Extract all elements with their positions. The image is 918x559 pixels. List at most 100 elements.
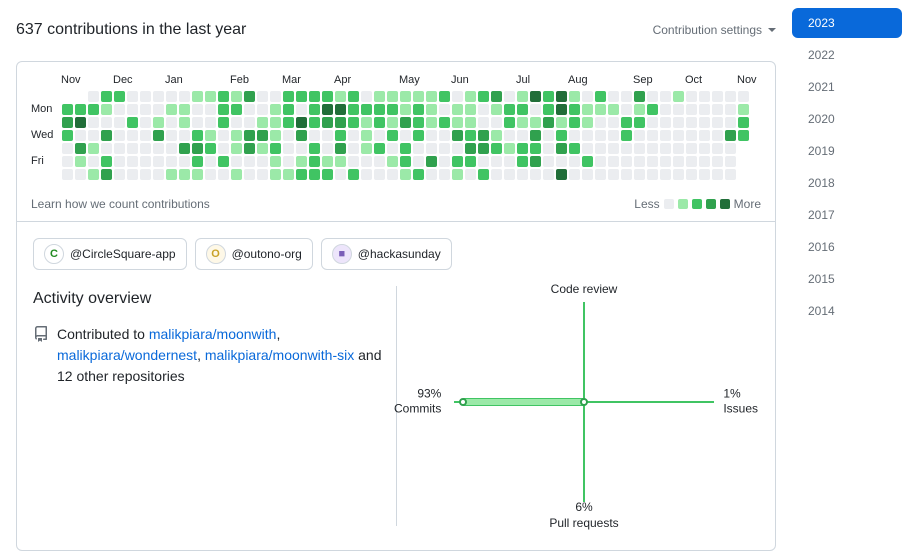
calendar-day-cell[interactable] <box>634 156 645 167</box>
calendar-day-cell[interactable] <box>504 91 515 102</box>
calendar-day-cell[interactable] <box>140 91 151 102</box>
calendar-day-cell[interactable] <box>634 130 645 141</box>
calendar-day-cell[interactable] <box>257 169 268 180</box>
calendar-day-cell[interactable] <box>296 143 307 154</box>
calendar-day-cell[interactable] <box>153 156 164 167</box>
calendar-day-cell[interactable] <box>608 156 619 167</box>
calendar-day-cell[interactable] <box>426 91 437 102</box>
calendar-day-cell[interactable] <box>101 130 112 141</box>
calendar-day-cell[interactable] <box>556 91 567 102</box>
calendar-day-cell[interactable] <box>309 143 320 154</box>
calendar-day-cell[interactable] <box>556 130 567 141</box>
calendar-day-cell[interactable] <box>478 169 489 180</box>
calendar-day-cell[interactable] <box>543 91 554 102</box>
calendar-day-cell[interactable] <box>205 156 216 167</box>
calendar-day-cell[interactable] <box>296 156 307 167</box>
calendar-day-cell[interactable] <box>88 130 99 141</box>
calendar-day-cell[interactable] <box>504 117 515 128</box>
calendar-day-cell[interactable] <box>374 169 385 180</box>
year-tab-2017[interactable]: 2017 <box>792 200 902 230</box>
calendar-day-cell[interactable] <box>673 91 684 102</box>
calendar-day-cell[interactable] <box>322 117 333 128</box>
calendar-day-cell[interactable] <box>335 169 346 180</box>
calendar-day-cell[interactable] <box>205 130 216 141</box>
calendar-day-cell[interactable] <box>127 91 138 102</box>
calendar-day-cell[interactable] <box>62 104 73 115</box>
calendar-day-cell[interactable] <box>569 130 580 141</box>
calendar-day-cell[interactable] <box>608 104 619 115</box>
calendar-day-cell[interactable] <box>673 117 684 128</box>
calendar-day-cell[interactable] <box>218 156 229 167</box>
calendar-day-cell[interactable] <box>673 143 684 154</box>
calendar-day-cell[interactable] <box>712 91 723 102</box>
calendar-day-cell[interactable] <box>127 143 138 154</box>
calendar-day-cell[interactable] <box>270 169 281 180</box>
org-chip[interactable]: C@CircleSquare-app <box>33 238 187 270</box>
calendar-day-cell[interactable] <box>231 104 242 115</box>
calendar-day-cell[interactable] <box>387 130 398 141</box>
calendar-day-cell[interactable] <box>257 117 268 128</box>
calendar-day-cell[interactable] <box>257 130 268 141</box>
calendar-day-cell[interactable] <box>465 130 476 141</box>
calendar-day-cell[interactable] <box>556 156 567 167</box>
calendar-day-cell[interactable] <box>569 91 580 102</box>
year-tab-2020[interactable]: 2020 <box>792 104 902 134</box>
calendar-day-cell[interactable] <box>712 143 723 154</box>
calendar-day-cell[interactable] <box>491 104 502 115</box>
calendar-day-cell[interactable] <box>114 104 125 115</box>
calendar-day-cell[interactable] <box>478 143 489 154</box>
calendar-day-cell[interactable] <box>439 130 450 141</box>
calendar-day-cell[interactable] <box>413 143 424 154</box>
calendar-day-cell[interactable] <box>504 130 515 141</box>
calendar-day-cell[interactable] <box>387 91 398 102</box>
calendar-day-cell[interactable] <box>101 117 112 128</box>
calendar-day-cell[interactable] <box>153 169 164 180</box>
calendar-day-cell[interactable] <box>205 169 216 180</box>
calendar-day-cell[interactable] <box>478 91 489 102</box>
calendar-day-cell[interactable] <box>62 169 73 180</box>
calendar-day-cell[interactable] <box>244 143 255 154</box>
calendar-day-cell[interactable] <box>114 130 125 141</box>
calendar-day-cell[interactable] <box>426 143 437 154</box>
calendar-day-cell[interactable] <box>491 143 502 154</box>
calendar-day-cell[interactable] <box>738 117 749 128</box>
calendar-day-cell[interactable] <box>335 143 346 154</box>
calendar-day-cell[interactable] <box>621 169 632 180</box>
calendar-day-cell[interactable] <box>322 169 333 180</box>
calendar-day-cell[interactable] <box>322 156 333 167</box>
calendar-day-cell[interactable] <box>309 169 320 180</box>
calendar-day-cell[interactable] <box>166 104 177 115</box>
calendar-day-cell[interactable] <box>244 104 255 115</box>
calendar-day-cell[interactable] <box>647 91 658 102</box>
calendar-day-cell[interactable] <box>660 143 671 154</box>
calendar-day-cell[interactable] <box>192 156 203 167</box>
calendar-day-cell[interactable] <box>88 104 99 115</box>
calendar-day-cell[interactable] <box>179 117 190 128</box>
calendar-day-cell[interactable] <box>387 156 398 167</box>
calendar-day-cell[interactable] <box>543 156 554 167</box>
calendar-day-cell[interactable] <box>465 143 476 154</box>
calendar-day-cell[interactable] <box>166 130 177 141</box>
calendar-day-cell[interactable] <box>179 130 190 141</box>
calendar-day-cell[interactable] <box>686 169 697 180</box>
calendar-day-cell[interactable] <box>426 156 437 167</box>
calendar-day-cell[interactable] <box>699 169 710 180</box>
calendar-day-cell[interactable] <box>673 156 684 167</box>
calendar-day-cell[interactable] <box>88 143 99 154</box>
calendar-day-cell[interactable] <box>725 130 736 141</box>
calendar-day-cell[interactable] <box>231 130 242 141</box>
calendar-day-cell[interactable] <box>335 117 346 128</box>
year-tab-2014[interactable]: 2014 <box>792 296 902 326</box>
calendar-day-cell[interactable] <box>192 169 203 180</box>
calendar-day-cell[interactable] <box>530 91 541 102</box>
calendar-day-cell[interactable] <box>179 91 190 102</box>
calendar-day-cell[interactable] <box>582 143 593 154</box>
calendar-day-cell[interactable] <box>465 156 476 167</box>
calendar-day-cell[interactable] <box>101 156 112 167</box>
calendar-day-cell[interactable] <box>530 169 541 180</box>
calendar-day-cell[interactable] <box>491 169 502 180</box>
calendar-day-cell[interactable] <box>309 117 320 128</box>
calendar-day-cell[interactable] <box>491 91 502 102</box>
calendar-day-cell[interactable] <box>374 117 385 128</box>
calendar-day-cell[interactable] <box>283 169 294 180</box>
